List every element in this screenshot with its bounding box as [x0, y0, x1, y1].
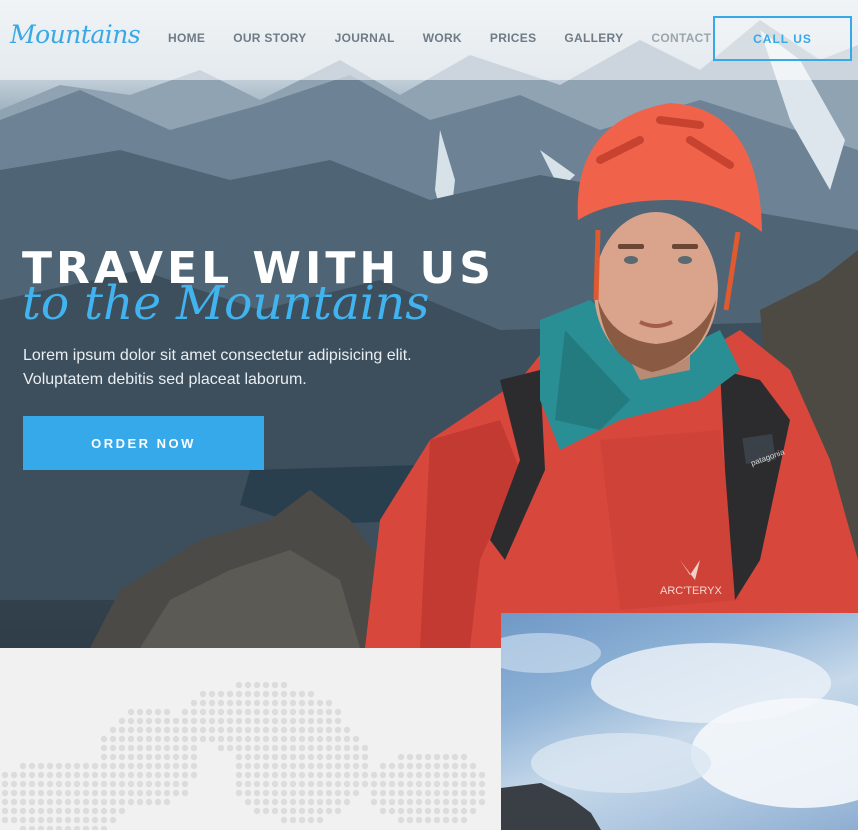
top-navbar: Mountains HOME OUR STORY JOURNAL WORK PR… — [0, 0, 858, 80]
nav-gallery-link[interactable]: GALLERY — [564, 31, 623, 45]
cloud-sky-image — [501, 633, 858, 830]
nav-journal-link[interactable]: JOURNAL — [335, 31, 395, 45]
hero-lead-text: Lorem ipsum dolor sit amet consectetur a… — [23, 347, 412, 388]
site-logo[interactable]: Mountains — [10, 20, 141, 54]
world-map-dots — [1, 681, 486, 830]
sky-photo — [501, 613, 858, 830]
nav-contact-link[interactable]: CONTACT — [651, 31, 711, 45]
hero-subtitle: to the Mountains — [22, 276, 430, 331]
order-now-button[interactable]: ORDER NOW — [23, 416, 264, 470]
hero-section: ARC'TERYX patagonia Mountains HOME OUR S… — [0, 0, 858, 648]
call-us-button[interactable]: CALL US — [713, 16, 852, 61]
main-menu: HOME OUR STORY JOURNAL WORK PRICES GALLE… — [168, 31, 739, 45]
jacket-logo-text: ARC'TERYX — [660, 585, 722, 597]
dotted-world-map — [0, 648, 501, 830]
nav-our-story-link[interactable]: OUR STORY — [233, 31, 306, 45]
nav-work-link[interactable]: WORK — [423, 31, 462, 45]
nav-prices-link[interactable]: PRICES — [490, 31, 536, 45]
nav-home-link[interactable]: HOME — [168, 31, 205, 45]
